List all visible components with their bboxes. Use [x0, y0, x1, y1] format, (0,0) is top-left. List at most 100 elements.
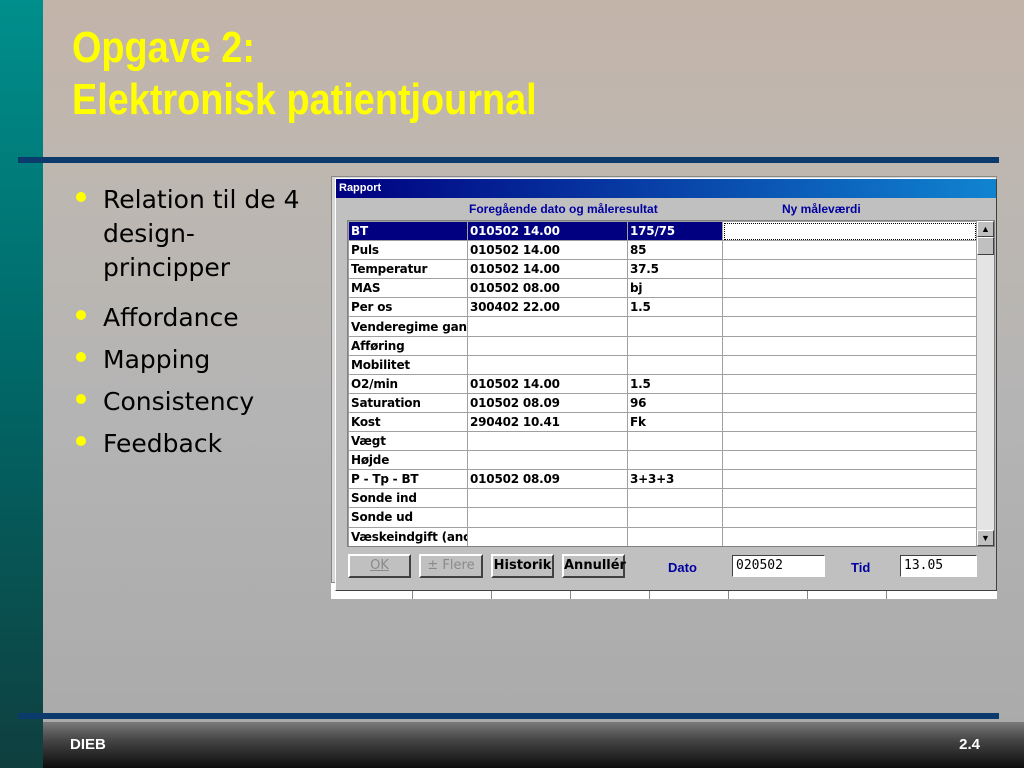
scroll-down-icon[interactable]: ▼ [977, 530, 994, 546]
row-label: Per os [348, 297, 468, 318]
previous-date-cell [467, 354, 628, 375]
new-value-cell[interactable] [722, 450, 977, 471]
new-value-cell[interactable] [722, 354, 977, 375]
table-row[interactable]: BT 010502 14.00 175/75 [348, 221, 977, 242]
new-value-cell[interactable] [722, 526, 977, 546]
previous-date-cell [467, 335, 628, 356]
previous-date-cell: 010502 14.00 [467, 240, 628, 261]
table-row[interactable]: Sonde ud [348, 507, 977, 528]
row-label: P - Tp - BT [348, 469, 468, 490]
previous-date-cell [467, 431, 628, 452]
annuller-button[interactable]: Annullér [562, 554, 626, 578]
previous-value-cell: 37.5 [627, 259, 723, 280]
new-value-cell[interactable] [722, 221, 977, 242]
slide-title-line1: Opgave 2: [72, 23, 255, 72]
table-row[interactable]: Kost 290402 10.41 Fk [348, 411, 977, 433]
new-value-cell[interactable] [722, 392, 977, 413]
row-label: Puls [348, 240, 468, 261]
new-value-cell[interactable] [722, 259, 977, 280]
new-value-cell[interactable] [722, 278, 977, 299]
previous-value-cell: Fk [627, 411, 723, 433]
scroll-thumb[interactable] [977, 237, 994, 255]
previous-value-cell [627, 507, 723, 528]
previous-value-cell [627, 431, 723, 452]
previous-value-cell [627, 354, 723, 375]
bullet-item: Affordance [72, 301, 312, 335]
previous-value-cell [627, 526, 723, 546]
dato-label: Dato [668, 560, 697, 575]
ok-button[interactable]: OK [348, 554, 411, 578]
previous-value-cell: bj [627, 278, 723, 299]
table-row[interactable]: Venderegime gan [348, 316, 977, 337]
new-value-cell[interactable] [722, 469, 977, 490]
previous-date-cell: 300402 22.00 [467, 297, 628, 318]
slide-number: 2.4 [959, 736, 980, 753]
row-label: Afføring [348, 335, 468, 356]
table-row[interactable]: Højde [348, 450, 977, 471]
table-row[interactable]: P - Tp - BT 010502 08.09 3+3+3 [348, 469, 977, 490]
new-value-cell[interactable] [722, 488, 977, 509]
footer-label: DIEB [70, 736, 106, 753]
table-row[interactable]: Afføring [348, 335, 977, 356]
table-row[interactable]: Vægt [348, 431, 977, 452]
table-row[interactable]: MAS 010502 08.00 bj [348, 278, 977, 299]
tid-field[interactable]: 13.05 [900, 555, 977, 577]
table-row[interactable]: Sonde ind [348, 488, 977, 509]
new-value-cell[interactable] [722, 297, 977, 318]
measurement-table: BT 010502 14.00 175/75 Puls 010502 14.00 85 Te… [348, 221, 977, 546]
tid-label: Tid [851, 560, 871, 575]
slide-title: Opgave 2: Elektronisk patientjournal [72, 22, 537, 126]
table-row[interactable]: Per os 300402 22.00 1.5 [348, 297, 977, 318]
bullet-dot-icon [76, 310, 86, 320]
new-value-cell[interactable] [722, 431, 977, 452]
row-label: Kost [348, 411, 468, 433]
table-row[interactable]: Væskeindgift (anc [348, 526, 977, 546]
bullet-dot-icon [76, 394, 86, 404]
row-label: MAS [348, 278, 468, 299]
new-value-cell[interactable] [722, 335, 977, 356]
row-label: Vægt [348, 431, 468, 452]
row-label: Temperatur [348, 259, 468, 280]
new-value-cell[interactable] [722, 240, 977, 261]
previous-value-cell: 1.5 [627, 373, 723, 394]
slide-title-line2: Elektronisk patientjournal [72, 75, 537, 124]
new-value-cell[interactable] [722, 411, 977, 433]
previous-value-cell: 1.5 [627, 297, 723, 318]
bullet-list: Relation til de 4 design-principper Affo… [72, 183, 312, 461]
row-label: Sonde ind [348, 488, 468, 509]
previous-date-cell: 010502 08.09 [467, 392, 628, 413]
table-row[interactable]: Saturation 010502 08.09 96 [348, 392, 977, 413]
previous-date-cell [467, 507, 628, 528]
dato-field[interactable]: 020502 [732, 555, 825, 577]
previous-value-cell: 96 [627, 392, 723, 413]
table-row[interactable]: Temperatur 010502 14.00 37.5 [348, 259, 977, 280]
table-row[interactable]: Puls 010502 14.00 85 [348, 240, 977, 261]
row-label: Væskeindgift (anc [348, 526, 468, 546]
vertical-scrollbar[interactable]: ▲ ▼ [976, 221, 994, 546]
column-header-previous: Foregående dato og måleresultat [469, 202, 658, 216]
column-header-new-value: Ny måleværdi [782, 202, 861, 216]
table-row[interactable]: O2/min 010502 14.00 1.5 [348, 373, 977, 394]
scroll-up-icon[interactable]: ▲ [977, 221, 994, 237]
bullet-dot-icon [76, 436, 86, 446]
dialog-titlebar[interactable]: Rapport [336, 179, 996, 198]
row-label: Saturation [348, 392, 468, 413]
row-label: BT [348, 221, 468, 242]
left-accent-bar [0, 0, 43, 768]
row-label: Venderegime gan [348, 316, 468, 337]
table-row[interactable]: Mobilitet [348, 354, 977, 375]
new-value-cell[interactable] [722, 507, 977, 528]
previous-value-cell [627, 488, 723, 509]
flere-button[interactable]: ± Flere [419, 554, 483, 578]
previous-date-cell [467, 316, 628, 337]
previous-date-cell [467, 526, 628, 546]
previous-date-cell [467, 450, 628, 471]
footer-bar [43, 722, 1024, 768]
new-value-cell[interactable] [722, 316, 977, 337]
historik-button[interactable]: Historik [491, 554, 554, 578]
new-value-cell[interactable] [722, 373, 977, 394]
previous-value-cell: 175/75 [627, 221, 723, 242]
row-label: Højde [348, 450, 468, 471]
rapport-dialog: Rapport Foregående dato og måleresultat … [335, 178, 997, 591]
previous-date-cell [467, 488, 628, 509]
